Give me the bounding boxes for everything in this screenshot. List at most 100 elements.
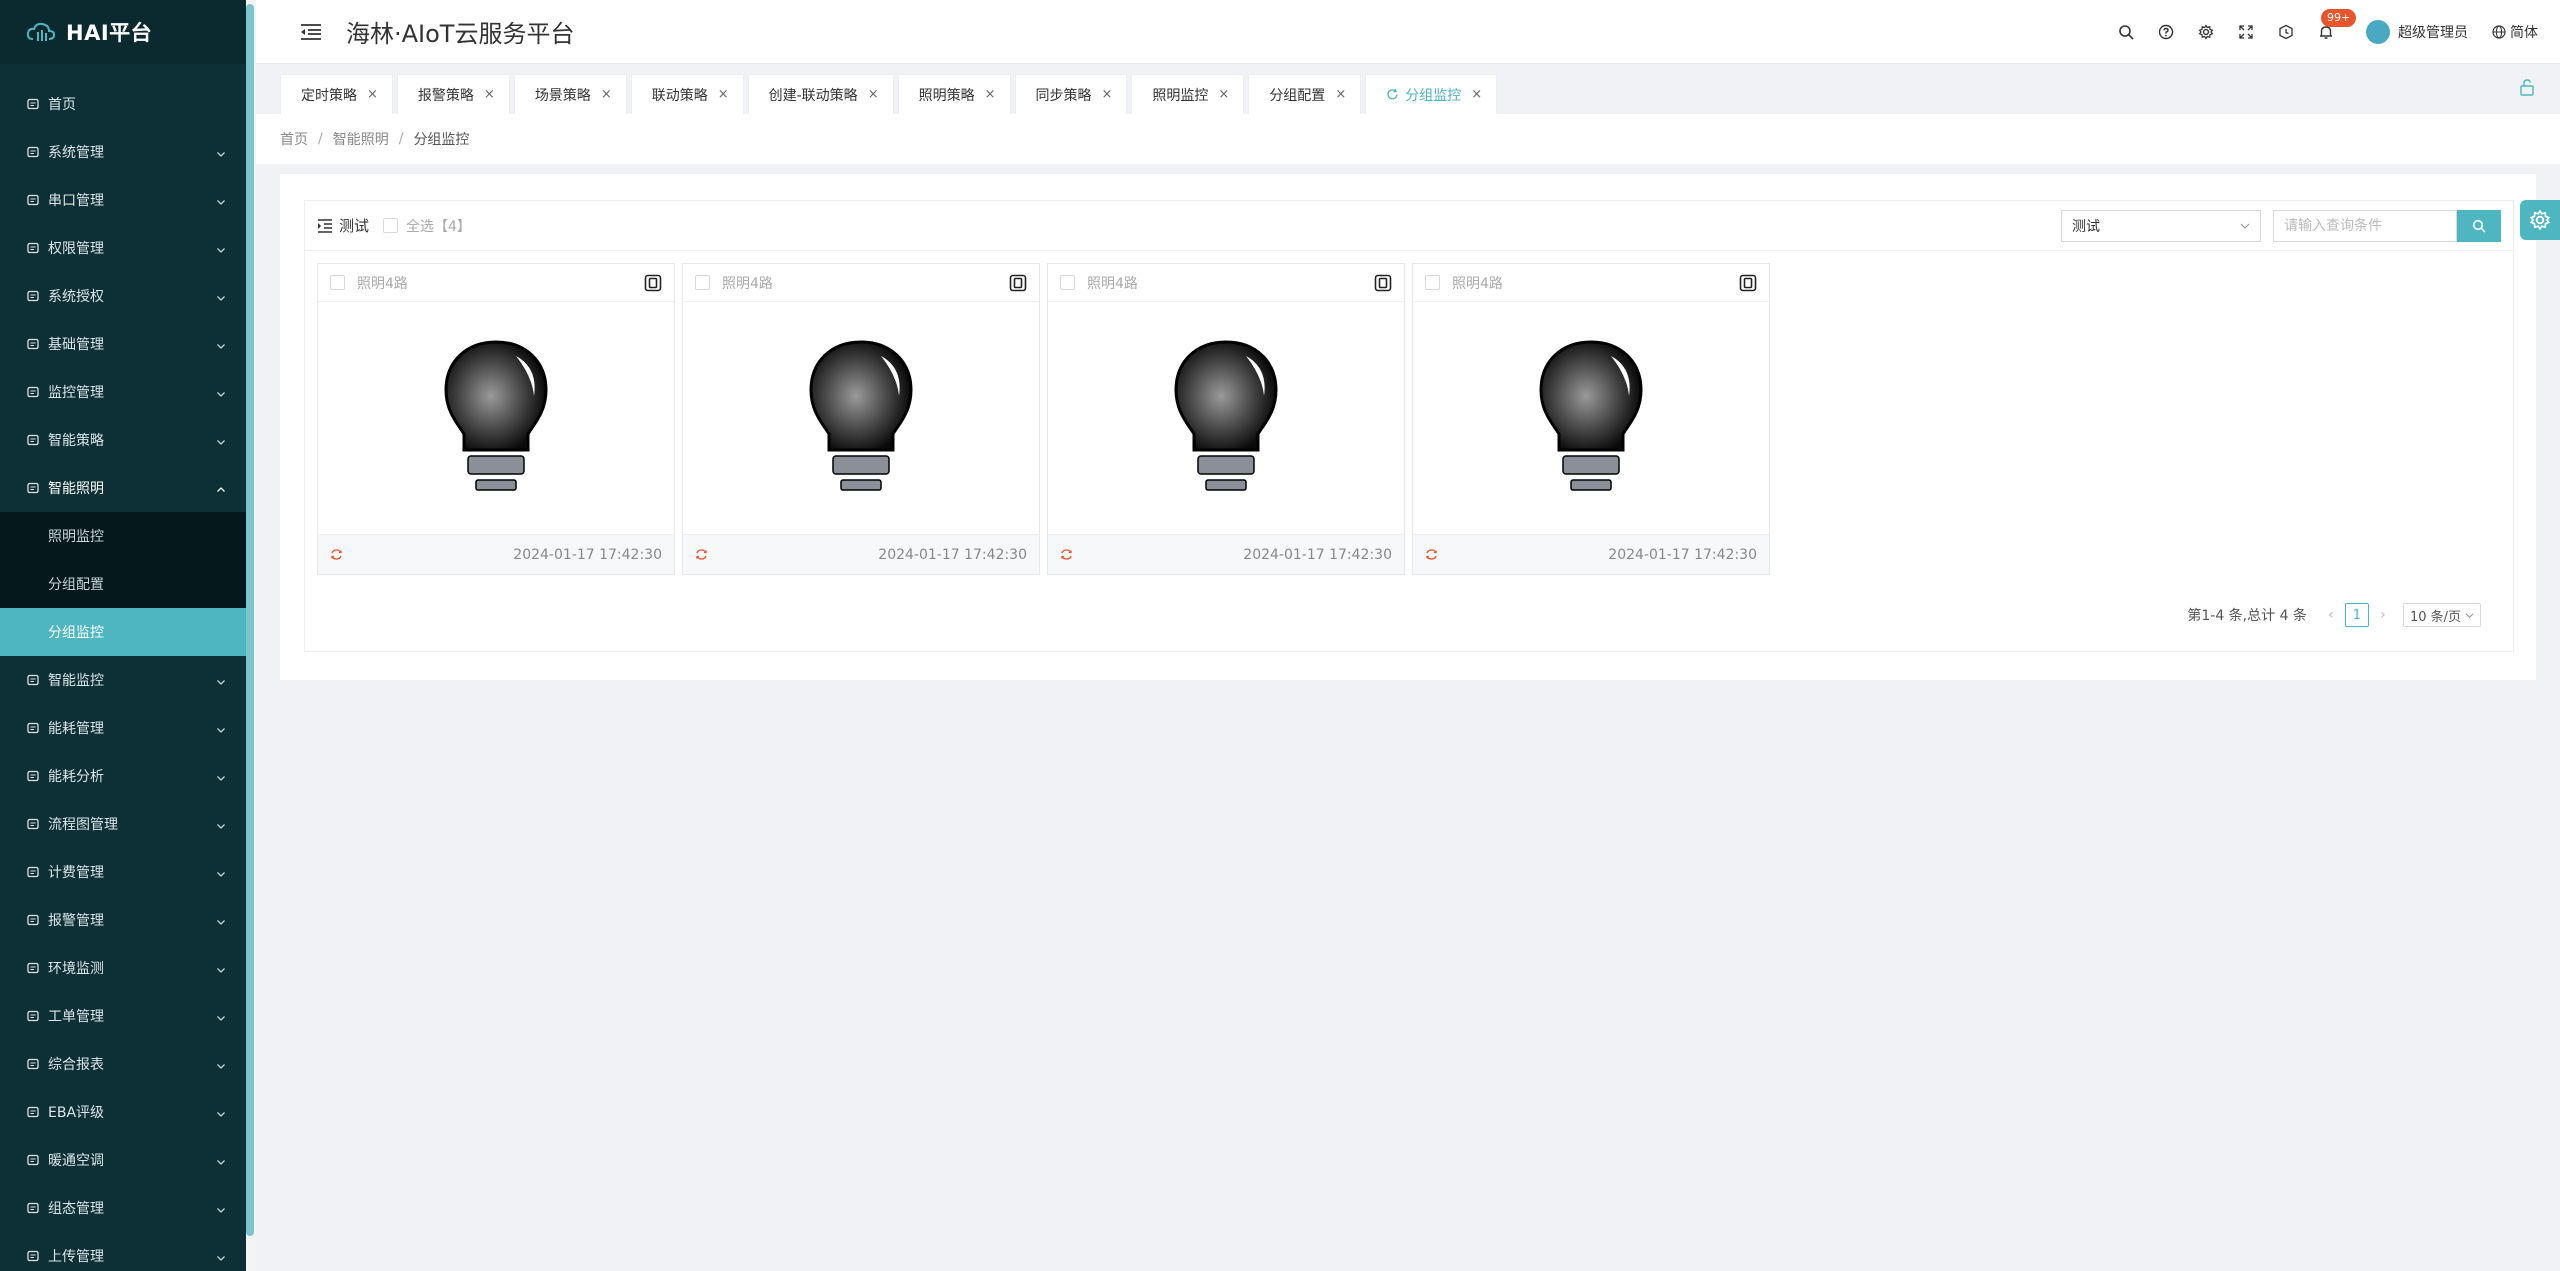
- sidebar-item-label: 能耗管理: [48, 721, 104, 737]
- sidebar-subitem[interactable]: 照明监控: [0, 512, 246, 560]
- page-tab[interactable]: 报警策略 ×: [396, 74, 510, 114]
- device-name: 照明4路: [357, 275, 408, 292]
- sidebar-item[interactable]: 计费管理: [0, 848, 246, 896]
- card-checkbox[interactable]: [695, 275, 710, 290]
- close-icon[interactable]: ×: [1335, 87, 1346, 102]
- sidebar-item[interactable]: 系统管理: [0, 128, 246, 176]
- detail-icon[interactable]: [1009, 274, 1027, 292]
- sidebar-scrollbar[interactable]: [246, 0, 256, 1271]
- fullscreen-icon[interactable]: [2237, 23, 2255, 41]
- help-icon[interactable]: [2157, 23, 2175, 41]
- page-tab[interactable]: 联动策略 ×: [630, 74, 744, 114]
- sidebar-item[interactable]: 上传管理: [0, 1232, 246, 1271]
- location-icon: [26, 433, 40, 447]
- sidebar-item[interactable]: 智能策略: [0, 416, 246, 464]
- page-size-select[interactable]: 10 条/页: [2402, 603, 2481, 627]
- page-number[interactable]: 1: [2344, 603, 2369, 627]
- chevron-down-icon: [216, 723, 226, 733]
- sidebar-item[interactable]: 综合报表: [0, 1040, 246, 1088]
- user-name[interactable]: 超级管理员: [2398, 22, 2468, 42]
- page-tab[interactable]: 定时策略 ×: [280, 74, 393, 114]
- sidebar-item[interactable]: 工单管理: [0, 992, 246, 1040]
- sidebar-item[interactable]: EBA评级: [0, 1088, 246, 1136]
- breadcrumb-item-lighting[interactable]: 智能照明: [333, 129, 389, 149]
- bulb-off-icon[interactable]: [807, 338, 915, 498]
- prev-page-icon[interactable]: ‹: [2319, 607, 2343, 623]
- sidebar-item[interactable]: 系统授权: [0, 272, 246, 320]
- sidebar-item[interactable]: 暖通空调: [0, 1136, 246, 1184]
- device-card[interactable]: 照明4路 2024-01-17 17:42:30: [317, 263, 675, 575]
- device-card[interactable]: 照明4路 2024-01-17 17:42:30: [682, 263, 1040, 575]
- sidebar-item[interactable]: 监控管理: [0, 368, 246, 416]
- card-checkbox[interactable]: [1425, 275, 1440, 290]
- unlock-icon[interactable]: [2518, 78, 2536, 96]
- group-select[interactable]: 测试: [2061, 209, 2261, 242]
- close-icon[interactable]: ×: [985, 87, 996, 102]
- card-checkbox[interactable]: [330, 275, 345, 290]
- sidebar-item-label: 基础管理: [48, 337, 104, 353]
- detail-icon[interactable]: [1374, 274, 1392, 292]
- sidebar-item[interactable]: 权限管理: [0, 224, 246, 272]
- sidebar-item[interactable]: 首页: [0, 80, 246, 128]
- search-input[interactable]: [2273, 209, 2457, 242]
- sidebar-item[interactable]: 环境监测: [0, 944, 246, 992]
- language-switch[interactable]: 简体: [2492, 22, 2538, 42]
- page-tab[interactable]: 照明策略 ×: [897, 74, 1011, 114]
- device-card[interactable]: 照明4路 2024-01-17 17:42:30: [1047, 263, 1405, 575]
- gear-icon[interactable]: [2197, 23, 2215, 41]
- close-icon[interactable]: ×: [367, 87, 378, 102]
- close-icon[interactable]: ×: [718, 87, 729, 102]
- close-icon[interactable]: ×: [484, 87, 495, 102]
- card-checkbox[interactable]: [1060, 275, 1075, 290]
- breadcrumb-item-home[interactable]: 首页: [280, 129, 308, 149]
- gear-icon: [2529, 209, 2551, 231]
- next-page-icon[interactable]: ›: [2371, 607, 2395, 623]
- page-tab[interactable]: 照明监控 ×: [1131, 74, 1245, 114]
- sync-icon[interactable]: [330, 548, 343, 561]
- sidebar-item[interactable]: 智能照明: [0, 464, 246, 512]
- card-body: [318, 302, 674, 534]
- sidebar-item[interactable]: 能耗分析: [0, 752, 246, 800]
- search-icon[interactable]: [2117, 23, 2135, 41]
- page-tab[interactable]: 同步策略 ×: [1014, 74, 1128, 114]
- device-card[interactable]: 照明4路 2024-01-17 17:42:30: [1412, 263, 1770, 575]
- page-tab[interactable]: 场景策略 ×: [513, 74, 627, 114]
- page-tab[interactable]: 分组配置 ×: [1248, 74, 1362, 114]
- bulb-off-icon[interactable]: [442, 338, 550, 498]
- select-all-label[interactable]: 全选【4】: [406, 216, 471, 236]
- sync-icon[interactable]: [695, 548, 708, 561]
- list-indent-icon[interactable]: [317, 218, 333, 234]
- detail-icon[interactable]: [1739, 274, 1757, 292]
- sync-icon[interactable]: [1425, 548, 1438, 561]
- sync-icon[interactable]: [1060, 548, 1073, 561]
- bell-icon[interactable]: 99+: [2317, 8, 2357, 41]
- sidebar-item[interactable]: 智能监控: [0, 656, 246, 704]
- sidebar-scrollbar-thumb[interactable]: [246, 4, 254, 1236]
- detail-icon[interactable]: [644, 274, 662, 292]
- menu-fold-icon[interactable]: [300, 23, 322, 41]
- bulb-off-icon[interactable]: [1537, 338, 1645, 498]
- bulb-off-icon[interactable]: [1172, 338, 1280, 498]
- close-icon[interactable]: ×: [1102, 87, 1113, 102]
- search-button[interactable]: [2457, 209, 2501, 242]
- avatar[interactable]: [2366, 19, 2390, 44]
- clock-icon[interactable]: [2277, 23, 2295, 41]
- sidebar-item[interactable]: 能耗管理: [0, 704, 246, 752]
- close-icon[interactable]: ×: [601, 87, 612, 102]
- close-icon[interactable]: ×: [1218, 87, 1229, 102]
- sidebar-item[interactable]: 串口管理: [0, 176, 246, 224]
- tab-label: 创建-联动策略: [768, 87, 858, 104]
- sidebar-item[interactable]: 组态管理: [0, 1184, 246, 1232]
- refresh-icon[interactable]: [1386, 88, 1399, 101]
- page-tab[interactable]: 分组监控 ×: [1365, 74, 1498, 114]
- settings-float-button[interactable]: [2520, 200, 2560, 240]
- close-icon[interactable]: ×: [1471, 87, 1482, 102]
- page-tab[interactable]: 创建-联动策略 ×: [747, 74, 894, 114]
- close-icon[interactable]: ×: [868, 87, 879, 102]
- sidebar-item[interactable]: 基础管理: [0, 320, 246, 368]
- sidebar-item[interactable]: 报警管理: [0, 896, 246, 944]
- sidebar-subitem[interactable]: 分组监控: [0, 608, 246, 656]
- sidebar-subitem[interactable]: 分组配置: [0, 560, 246, 608]
- select-all-checkbox[interactable]: [383, 218, 399, 233]
- sidebar-item[interactable]: 流程图管理: [0, 800, 246, 848]
